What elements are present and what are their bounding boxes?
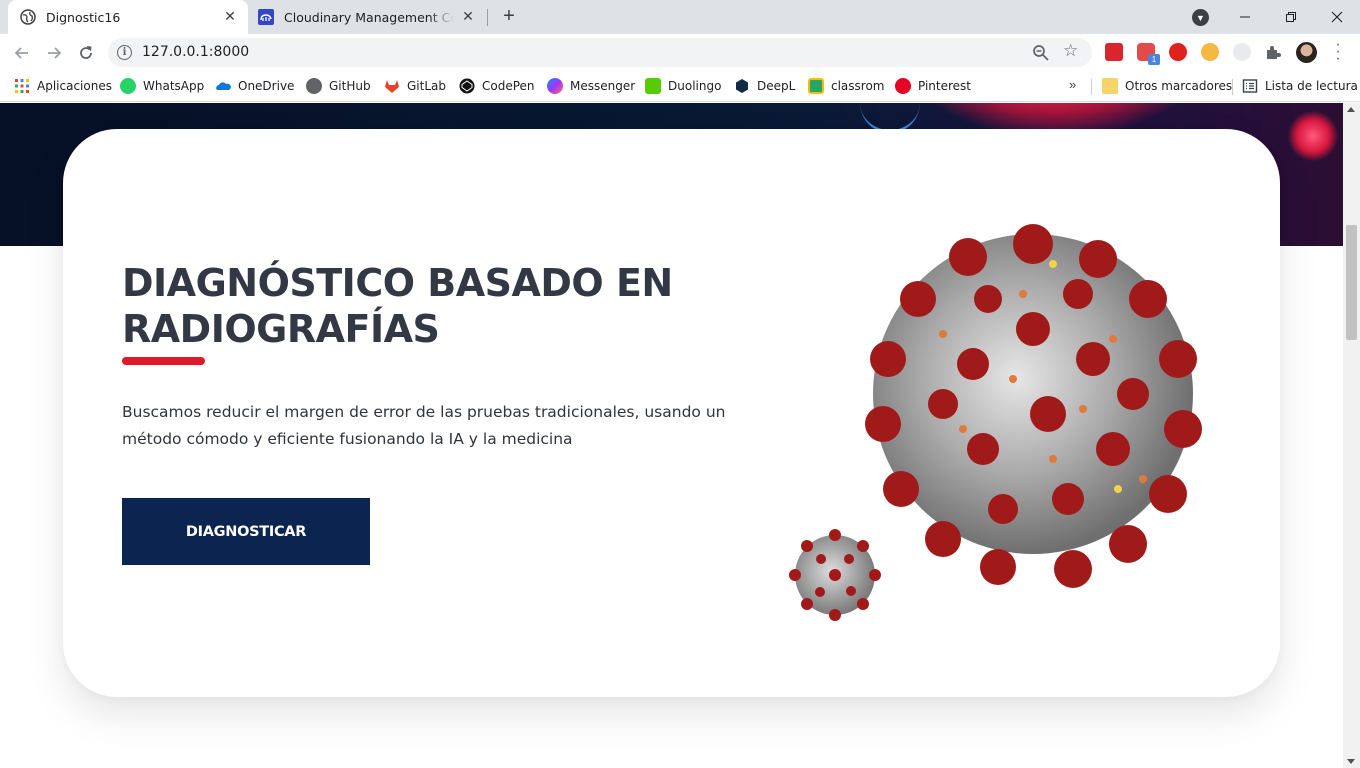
title-line-2: RADIOGRAFÍAS	[122, 307, 440, 351]
tab-cloudinary[interactable]: Cloudinary Management Console ✕	[250, 0, 486, 34]
close-icon	[1331, 11, 1343, 23]
deepl-icon	[736, 79, 748, 93]
bookmark-onedrive[interactable]: OneDrive	[215, 77, 294, 95]
bookmark-label: Aplicaciones	[37, 79, 112, 93]
codepen-icon	[459, 78, 475, 94]
minimize-button[interactable]	[1222, 0, 1268, 34]
close-tab-icon[interactable]: ✕	[222, 9, 238, 25]
page-title: DIAGNÓSTICO BASADO EN RADIOGRAFÍAS	[122, 260, 762, 352]
address-bar[interactable]: i 127.0.0.1:8000 ☆	[108, 38, 1092, 67]
bookmark-deepl[interactable]: DeepL	[734, 77, 795, 95]
folder-icon	[1102, 78, 1118, 94]
tab-separator	[487, 9, 488, 26]
extension-badge: 1	[1148, 54, 1160, 65]
onedrive-icon	[216, 82, 231, 90]
back-button[interactable]	[8, 39, 36, 67]
new-tab-button[interactable]: +	[498, 6, 520, 28]
extension-react-icon[interactable]	[1233, 43, 1251, 61]
restore-icon	[1286, 12, 1296, 22]
coronavirus-illustration	[789, 224, 1202, 621]
tab-dignostic16[interactable]: Dignostic16 ✕	[8, 0, 248, 34]
profile-avatar[interactable]	[1296, 42, 1317, 63]
bookmark-label: Messenger	[570, 79, 636, 93]
tab-title: Cloudinary Management Console	[284, 9, 454, 25]
bookmark-codepen[interactable]: CodePen	[459, 77, 535, 95]
large-virus	[865, 224, 1202, 588]
restore-button[interactable]	[1268, 0, 1314, 34]
bookmark-whatsapp[interactable]: WhatsApp	[120, 77, 204, 95]
bookmark-classrom[interactable]: classrom	[808, 77, 885, 95]
bookmark-duolingo[interactable]: Duolingo	[645, 77, 721, 95]
bookmark-label: OneDrive	[238, 79, 295, 93]
scroll-down-icon[interactable]	[1347, 759, 1355, 764]
messenger-icon	[547, 78, 563, 94]
pinterest-icon	[895, 78, 911, 94]
bookmarks-separator	[1091, 79, 1092, 95]
url-text[interactable]: 127.0.0.1:8000	[142, 44, 249, 60]
title-underline	[122, 357, 205, 365]
other-bookmarks-label: Otros marcadores	[1125, 79, 1233, 93]
site-info-icon[interactable]: i	[117, 45, 132, 60]
tab-strip: Dignostic16 ✕ Cloudinary Management Cons…	[0, 0, 1360, 34]
github-icon	[306, 78, 322, 94]
reading-list-label: Lista de lectura	[1265, 79, 1358, 93]
bookmark-aplicaciones[interactable]: Aplicaciones	[14, 77, 112, 95]
bookmarks-separator	[1232, 79, 1233, 95]
close-tab-icon[interactable]: ✕	[460, 9, 476, 25]
bookmark-gitlab[interactable]: GitLab	[384, 77, 446, 95]
arrow-right-icon	[48, 47, 62, 59]
reading-list-icon	[1242, 79, 1258, 93]
zoom-icon[interactable]	[1032, 44, 1050, 62]
bookmark-label: Pinterest	[918, 79, 972, 93]
hero-small-virus	[1288, 111, 1338, 161]
whatsapp-icon	[120, 78, 136, 94]
minimize-icon	[1240, 16, 1250, 18]
diagnosticar-button[interactable]: DIAGNOSTICAR	[122, 498, 370, 565]
description-line-1: Buscamos reducir el margen de error de l…	[122, 403, 726, 421]
gitlab-icon	[385, 80, 399, 93]
globe-icon	[20, 9, 36, 25]
small-virus	[789, 529, 881, 621]
reload-icon	[80, 46, 92, 59]
page-viewport: DIAGNÓSTICO BASADO EN RADIOGRAFÍAS Busca…	[0, 103, 1343, 768]
browser-menu-icon[interactable]: · · ·	[1333, 37, 1343, 67]
bookmark-messenger[interactable]: Messenger	[547, 77, 635, 95]
other-bookmarks-folder[interactable]: Otros marcadores	[1102, 77, 1232, 95]
bookmarks-bar: Aplicaciones WhatsApp OneDrive GitHub Gi…	[0, 71, 1360, 102]
page-scrollbar[interactable]	[1343, 103, 1360, 768]
bookmark-github[interactable]: GitHub	[306, 77, 371, 95]
bookmark-star-icon[interactable]: ☆	[1063, 41, 1078, 61]
reload-button[interactable]	[72, 39, 100, 67]
bookmark-label: WhatsApp	[143, 79, 205, 93]
bookmark-label: Duolingo	[668, 79, 722, 93]
cloudinary-icon	[258, 9, 274, 25]
bookmark-label: GitLab	[407, 79, 446, 93]
arrow-left-icon	[14, 47, 28, 59]
browser-toolbar: i 127.0.0.1:8000 ☆ 1 · · ·	[0, 34, 1360, 71]
reading-list-button[interactable]: Lista de lectura	[1242, 77, 1358, 95]
page-description: Buscamos reducir el margen de error de l…	[122, 399, 762, 453]
tab-title: Dignostic16	[46, 9, 121, 25]
classroom-icon	[808, 78, 824, 94]
apps-grid-icon	[15, 79, 29, 93]
bookmark-pinterest[interactable]: Pinterest	[895, 77, 971, 95]
title-line-1: DIAGNÓSTICO BASADO EN	[122, 261, 673, 305]
description-line-2: método cómodo y eficiente fusionando la …	[122, 430, 573, 448]
extension-red-icon[interactable]	[1105, 43, 1123, 61]
opera-extension-icon[interactable]	[1169, 43, 1187, 61]
tab-search-icon[interactable]: ▼	[1192, 9, 1209, 26]
close-window-button[interactable]	[1314, 0, 1360, 34]
bookmark-label: classrom	[831, 79, 885, 93]
bookmark-label: DeepL	[757, 79, 796, 93]
duolingo-icon	[645, 78, 661, 94]
scroll-thumb[interactable]	[1346, 225, 1357, 340]
extensions-puzzle-icon[interactable]	[1264, 43, 1282, 61]
feature-card: DIAGNÓSTICO BASADO EN RADIOGRAFÍAS Busca…	[63, 129, 1280, 697]
bookmark-label: CodePen	[482, 79, 535, 93]
forward-button[interactable]	[40, 39, 68, 67]
scroll-up-icon[interactable]	[1347, 107, 1355, 112]
more-bookmarks-icon[interactable]: »	[1069, 77, 1076, 92]
extension-owl-icon[interactable]	[1201, 43, 1219, 61]
bookmark-label: GitHub	[329, 79, 371, 93]
